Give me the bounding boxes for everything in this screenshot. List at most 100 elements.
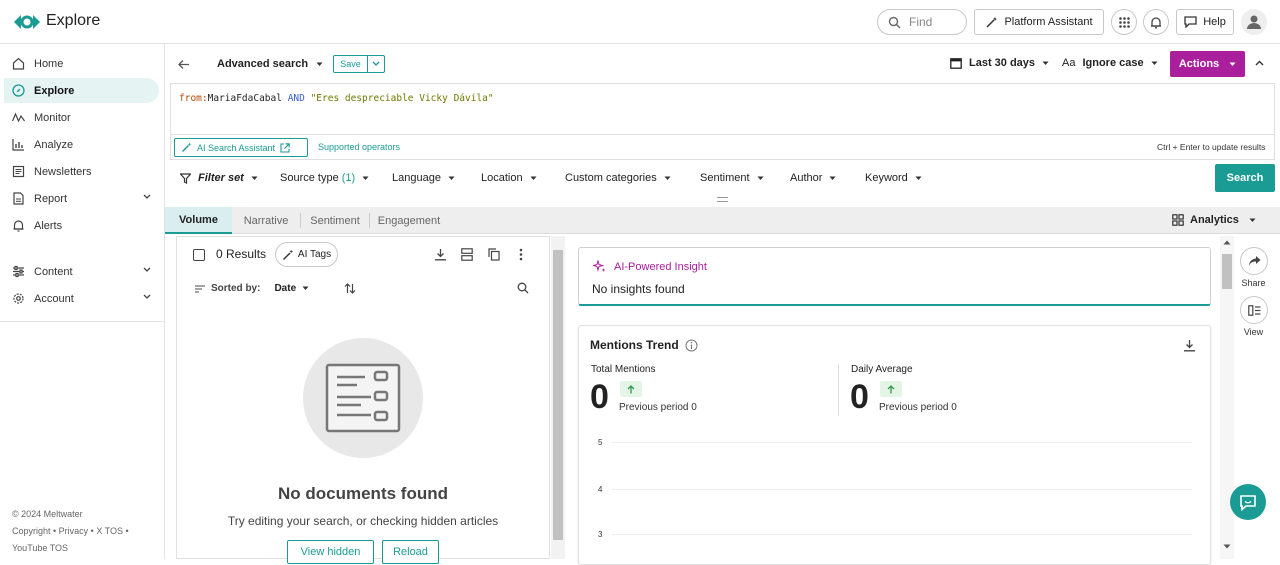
more-options-icon[interactable]: [519, 248, 523, 261]
sidebar-item-account[interactable]: Account: [4, 286, 159, 311]
tab-divider: [369, 213, 370, 228]
sidebar-item-newsletters[interactable]: Newsletters: [4, 159, 159, 184]
share-button[interactable]: [1240, 247, 1268, 275]
advanced-search-label: Advanced search: [217, 58, 309, 70]
download-icon[interactable]: [1183, 339, 1196, 352]
meltwater-logo-icon[interactable]: [12, 12, 42, 32]
grid-line: [612, 442, 1192, 443]
date-range-dropdown[interactable]: Last 30 days: [950, 57, 1049, 69]
date-range-label: Last 30 days: [969, 57, 1036, 69]
view-hidden-button[interactable]: View hidden: [287, 540, 374, 564]
footer-links-youtube[interactable]: YouTube TOS: [12, 540, 68, 557]
sort-direction-icon[interactable]: [344, 282, 356, 295]
total-mentions-label: Total Mentions: [591, 364, 656, 375]
tab-narrative[interactable]: Narrative: [236, 207, 296, 234]
copy-icon[interactable]: [488, 248, 500, 261]
results-scrollbar[interactable]: [551, 236, 565, 559]
sidebar-item-label: Home: [34, 57, 64, 70]
location-dropdown[interactable]: Location: [481, 172, 537, 184]
filter-set-dropdown[interactable]: Filter set: [180, 172, 258, 184]
analytics-dropdown[interactable]: Analytics: [1172, 214, 1256, 226]
scrollbar-thumb[interactable]: [553, 250, 563, 540]
caret-down-icon: [251, 176, 258, 181]
scroll-down-icon[interactable]: [1223, 544, 1231, 549]
list-view-icon[interactable]: [461, 248, 473, 261]
platform-assistant-button[interactable]: Platform Assistant: [974, 9, 1104, 35]
funnel-icon: [180, 172, 191, 184]
author-dropdown[interactable]: Author: [790, 172, 836, 184]
sidebar-item-content[interactable]: Content: [4, 259, 159, 284]
sidebar-item-label: Analyze: [34, 138, 74, 151]
empty-state-title: No documents found: [278, 484, 448, 503]
caret-down-icon: [664, 176, 671, 181]
apps-grid-button[interactable]: [1111, 9, 1137, 35]
y-tick-label: 3: [598, 530, 603, 539]
newsletter-icon: [12, 165, 25, 178]
supported-operators-link[interactable]: Supported operators: [318, 142, 400, 152]
sentiment-dropdown[interactable]: Sentiment: [700, 172, 764, 184]
caret-down-icon: [1042, 61, 1049, 66]
save-button[interactable]: Save: [333, 55, 385, 73]
scroll-up-icon[interactable]: [1223, 240, 1231, 245]
external-link-icon: [280, 142, 290, 153]
reload-button[interactable]: Reload: [382, 540, 439, 564]
actions-button[interactable]: Actions: [1170, 51, 1245, 77]
chat-bubble-icon: [1239, 494, 1257, 511]
custom-categories-dropdown[interactable]: Custom categories: [565, 172, 671, 184]
find-input[interactable]: Find: [877, 9, 967, 35]
select-all-checkbox[interactable]: [193, 249, 205, 261]
ai-tags-button[interactable]: AI Tags: [275, 242, 338, 267]
tab-sentiment[interactable]: Sentiment: [304, 207, 366, 234]
tab-volume[interactable]: Volume: [165, 207, 232, 234]
daily-average-value: 0: [850, 378, 869, 416]
user-avatar[interactable]: [1241, 9, 1267, 35]
resize-handle[interactable]: [717, 197, 728, 202]
insight-body: No insights found: [592, 282, 685, 296]
mentions-title: Mentions Trend: [590, 338, 679, 352]
chat-bubble-icon: [1184, 16, 1197, 28]
search-button[interactable]: Search: [1215, 164, 1275, 192]
tab-divider: [300, 213, 301, 228]
mentions-trend-card: [578, 325, 1211, 565]
sidebar-item-report[interactable]: Report: [4, 186, 159, 211]
case-dropdown[interactable]: Aa Ignore case: [1062, 57, 1158, 69]
home-icon: [12, 57, 25, 70]
caret-down-icon: [1151, 61, 1158, 66]
ai-search-assistant-button[interactable]: AI Search Assistant: [174, 138, 308, 157]
chevron-down-icon[interactable]: [368, 56, 384, 72]
sidebar-item-label: Account: [34, 292, 74, 305]
actions-label: Actions: [1178, 58, 1220, 70]
sidebar-item-monitor[interactable]: Monitor: [4, 105, 159, 130]
notifications-button[interactable]: [1143, 9, 1169, 35]
download-icon[interactable]: [434, 248, 447, 261]
language-dropdown[interactable]: Language: [392, 172, 455, 184]
chat-support-button[interactable]: [1230, 484, 1266, 520]
sort-control[interactable]: Sorted by: Date: [195, 283, 309, 294]
daily-average-label: Daily Average: [851, 364, 913, 375]
filter-set-label: Filter set: [198, 172, 244, 184]
view-button[interactable]: [1240, 296, 1268, 324]
advanced-search-dropdown[interactable]: Advanced search: [217, 58, 323, 70]
help-label: Help: [1203, 16, 1226, 28]
help-button[interactable]: Help: [1176, 9, 1234, 35]
sidebar-item-explore[interactable]: Explore: [4, 78, 159, 103]
footer-links[interactable]: Copyright • Privacy • X TOS •: [12, 523, 129, 540]
grid-line: [612, 534, 1192, 535]
search-icon[interactable]: [517, 282, 529, 294]
keyword-dropdown[interactable]: Keyword: [865, 172, 922, 184]
analytics-label: Analytics: [1190, 214, 1239, 226]
back-arrow-icon[interactable]: [177, 58, 190, 71]
sidebar-item-home[interactable]: Home: [4, 51, 159, 76]
query-operator: from:: [179, 93, 208, 104]
chevron-down-icon: [143, 294, 151, 300]
collapse-chevron-up-icon[interactable]: [1255, 60, 1264, 66]
ai-search-assistant-label: AI Search Assistant: [197, 142, 276, 153]
share-label: Share: [1241, 278, 1266, 288]
query-editor[interactable]: from:MariaFdaCabal AND "Eres despreciabl…: [170, 83, 1275, 134]
sidebar-item-alerts[interactable]: Alerts: [4, 213, 159, 238]
magic-wand-icon: [181, 142, 192, 153]
sidebar-item-analyze[interactable]: Analyze: [4, 132, 159, 157]
source-type-dropdown[interactable]: Source type (1): [280, 172, 369, 184]
tab-engagement[interactable]: Engagement: [373, 207, 445, 234]
info-icon[interactable]: [685, 339, 698, 352]
